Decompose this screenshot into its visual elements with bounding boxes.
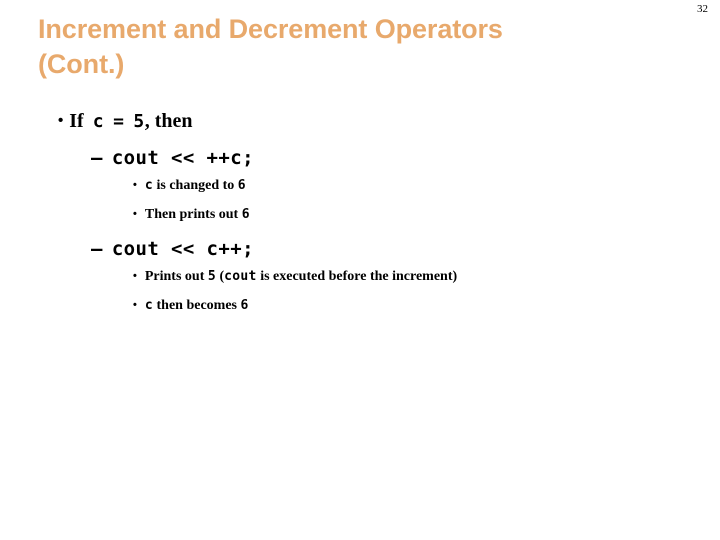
code-statement: cout << c++; (111, 238, 254, 260)
code-value-6: 6 (241, 207, 250, 222)
note-text-after: is executed before the increment) (256, 269, 458, 284)
code-line-post-increment: – cout << c++; (91, 237, 720, 267)
note-c-then-becomes: • c then becomes 6 (133, 296, 720, 319)
page-title-line-2: (Cont.) (38, 48, 125, 79)
code-line-pre-increment: – cout << ++c; (91, 146, 720, 176)
code-value-6: 6 (240, 298, 249, 313)
bullet-icon: • (133, 270, 137, 282)
code-equals: = (113, 111, 125, 132)
page-title: Increment and Decrement Operators (Cont.… (38, 12, 638, 81)
bullet-icon: • (133, 299, 137, 311)
note-then-prints-out: • Then prints out 6 (133, 205, 720, 228)
code-value-5: 5 (133, 111, 145, 132)
bullet-icon: • (133, 179, 137, 191)
note-text: is changed to (153, 178, 238, 193)
bullet-level1-if-statement: • If c = 5, then (58, 108, 720, 138)
bullet-icon: • (133, 208, 137, 220)
dash-icon: – (91, 147, 103, 169)
note-text: Then prints out (144, 207, 242, 222)
code-variable-c: c (144, 298, 153, 313)
code-value-6: 6 (237, 178, 246, 193)
code-variable-c: c (144, 178, 153, 193)
page-title-line-1: Increment and Decrement Operators (38, 14, 503, 44)
note-text: then becomes (153, 298, 241, 313)
dash-icon: – (91, 238, 103, 260)
if-keyword: If (69, 110, 84, 132)
code-variable-c: c (92, 111, 105, 132)
code-value-5: 5 (207, 269, 216, 284)
note-c-is-changed: • c is changed to 6 (133, 176, 720, 199)
slide-body: • If c = 5, then – cout << ++c; • c is changed… (0, 108, 720, 319)
code-statement: cout << ++c; (111, 147, 254, 169)
code-cout: cout (224, 269, 257, 284)
page-number: 32 (697, 3, 708, 15)
bullet-icon: • (58, 112, 64, 129)
note-prints-out-5: • Prints out 5 (cout is executed before t… (133, 267, 720, 290)
slide-canvas: 32 Increment and Decrement Operators (Co… (0, 0, 720, 540)
note-text-mid: ( (216, 269, 225, 284)
then-keyword: , then (144, 110, 193, 132)
note-text-before: Prints out (144, 269, 208, 284)
